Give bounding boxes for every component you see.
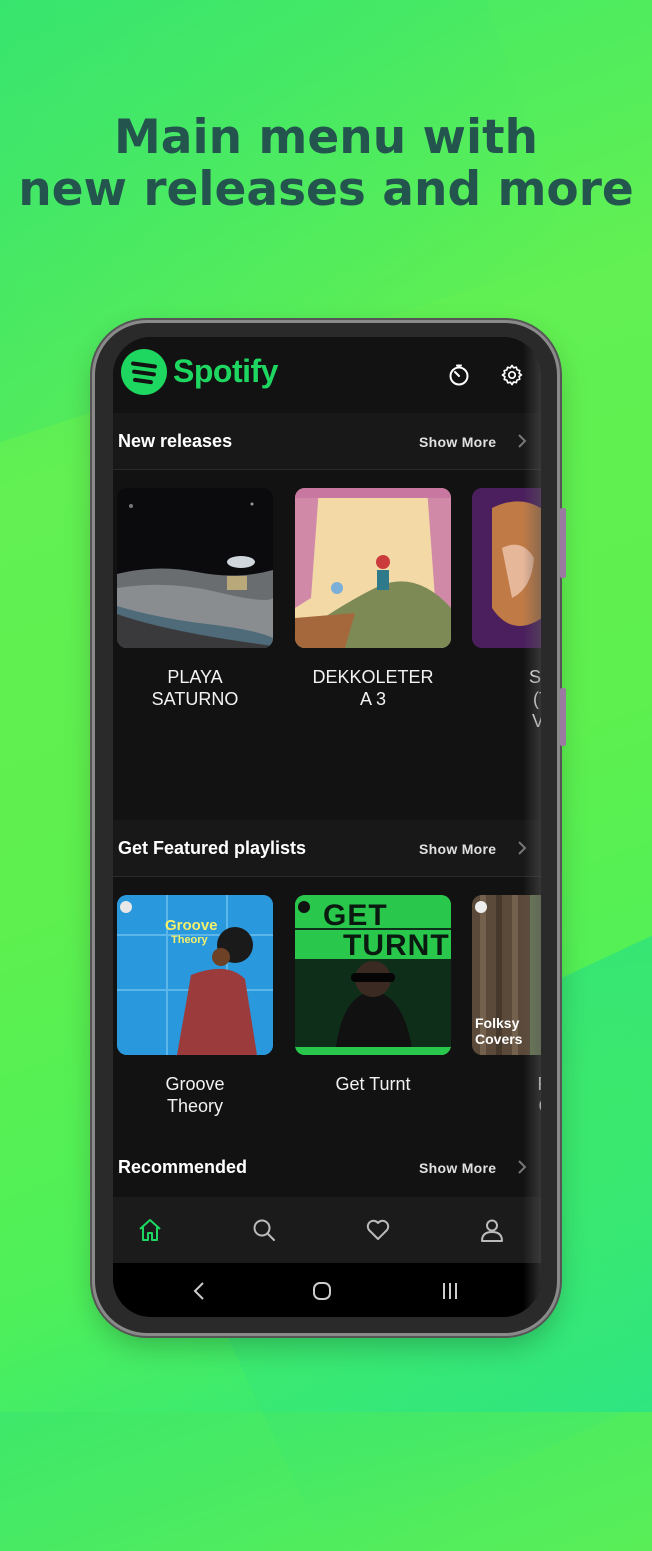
album-title: Spea (Tay Vers [528,667,541,731]
cover-text: Covers [475,1031,523,1047]
back-icon[interactable] [189,1280,211,1302]
playlist-title: Groove Theory [165,1074,225,1116]
divider [113,876,541,877]
headline-line-1: Main menu with [113,110,538,165]
phone-side-button [560,508,566,578]
playlist-cover: GET TURNT [295,895,451,1055]
profile-icon[interactable] [479,1217,505,1243]
settings-gear-icon[interactable] [500,363,524,387]
section-title: Get Featured playlists [118,838,307,858]
app-screen: Spotify New releases Show More PLAYA SAT… [113,337,541,1317]
section-header-new-releases: New releases Show More [113,413,541,469]
cover-text: TURNT [343,929,450,962]
album-title: DEKKOLETER A 3 [312,667,434,709]
album-cover [295,488,451,648]
headline-line-2: new releases and more [18,162,634,217]
playlist-title: Get Turnt [335,1074,411,1094]
show-more-button[interactable]: Show More [419,1160,496,1176]
show-more-button[interactable]: Show More [419,434,496,450]
playlist-cover: Groove Theory [117,895,273,1055]
chevron-right-icon[interactable] [515,431,529,451]
phone-frame: Spotify New releases Show More PLAYA SAT… [95,323,566,1333]
cover-text: Groove [165,917,218,934]
section-title: New releases [118,431,233,451]
promo-headline: Main menu with new releases and more [0,112,652,216]
section-header-recommended: Recommended Show More [113,1139,541,1195]
section-title: Recommended [118,1157,248,1177]
search-icon[interactable] [251,1217,277,1243]
app-bar: Spotify [113,337,541,413]
bottom-navigation [113,1197,541,1263]
show-more-button[interactable]: Show More [419,841,496,857]
cover-text: Theory [171,934,208,946]
playlist-title: Fol Co [472,1073,541,1117]
album-cover [117,488,273,648]
recents-icon[interactable] [439,1280,461,1302]
chevron-right-icon[interactable] [515,1157,529,1177]
home-circle-icon[interactable] [311,1280,333,1302]
heart-icon[interactable] [365,1217,391,1243]
playlist-cover: Folksy Covers [472,895,541,1055]
cover-text: GET [323,899,388,932]
chevron-right-icon[interactable] [515,838,529,858]
timer-icon[interactable] [447,363,471,387]
cover-text: Folksy [475,1015,520,1031]
album-title: PLAYA SATURNO [151,667,239,709]
divider [113,469,541,470]
album-cover [472,488,541,648]
phone-side-button [560,688,566,746]
app-logo-text: Spotify [173,353,278,389]
section-header-featured-playlists: Get Featured playlists Show More [113,820,541,876]
system-navigation-bar [113,1263,541,1317]
spotify-logo-icon [121,349,167,395]
home-icon[interactable] [137,1217,163,1243]
